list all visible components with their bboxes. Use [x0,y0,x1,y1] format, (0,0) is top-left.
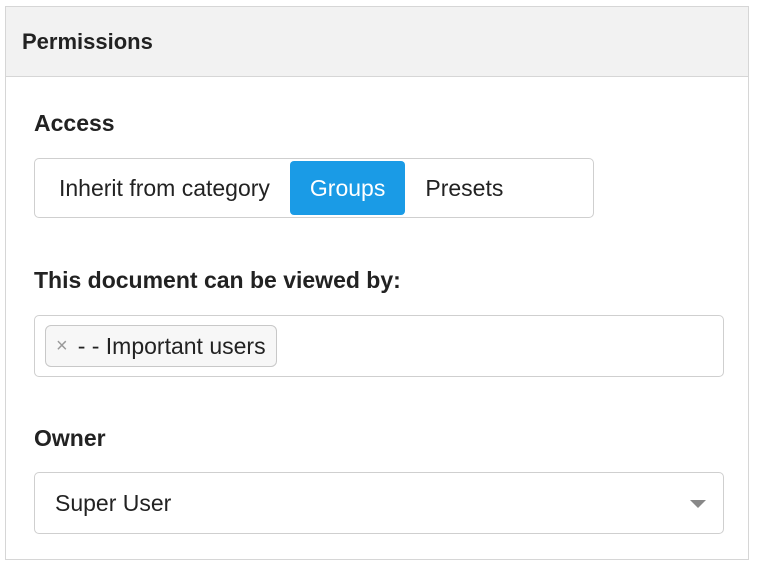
viewer-tag-label: - - Important users [77,332,266,359]
owner-select[interactable]: Super User [34,472,724,534]
panel-header: Permissions [6,7,748,77]
viewers-label: This document can be viewed by: [34,267,401,293]
panel-title: Permissions [22,28,153,54]
access-option-groups[interactable]: Groups [289,161,406,215]
permissions-panel: Permissions Access Inherit from category… [5,6,749,560]
viewer-tag: × - - Important users [45,325,277,367]
chevron-down-icon [690,500,706,508]
access-label: Access [34,110,115,136]
remove-tag-icon[interactable]: × [56,335,68,358]
owner-label: Owner [34,425,106,451]
viewers-tag-input[interactable]: × - - Important users [34,315,724,377]
access-option-presets[interactable]: Presets [405,161,523,215]
access-option-inherit[interactable]: Inherit from category [39,161,290,215]
access-segmented-control: Inherit from category Groups Presets [34,158,594,218]
owner-select-value: Super User [55,489,172,516]
